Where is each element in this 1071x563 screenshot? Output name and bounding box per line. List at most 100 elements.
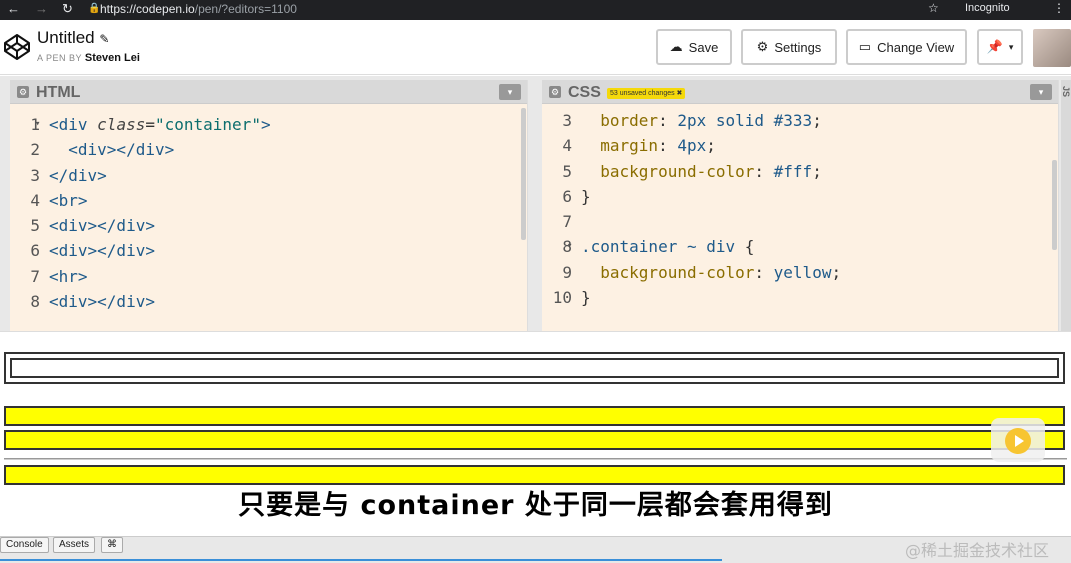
code-token: <hr> — [49, 266, 88, 286]
css-code-line[interactable]: 8 ▾ .container ~ div { — [542, 234, 1052, 259]
video-progress-bar[interactable] — [0, 559, 722, 561]
html-code-line[interactable]: 6 <div></div> — [10, 238, 520, 263]
fold-arrow-icon[interactable]: ▾ — [567, 234, 572, 259]
html-settings-icon[interactable]: ⚙ — [17, 86, 29, 98]
css-line-number: 10 — [552, 288, 572, 308]
css-scrollbar[interactable] — [1052, 160, 1057, 250]
html-code-line[interactable]: 3 </div> — [10, 163, 520, 188]
code-token: .container ~ div — [581, 237, 736, 257]
code-token: ; — [812, 161, 822, 181]
css-code-line[interactable]: 5 background-color: #fff; — [542, 159, 1052, 184]
css-code-text: background-color: yellow; — [581, 260, 841, 285]
container-div — [4, 352, 1065, 384]
gear-icon: ⚙ — [756, 39, 769, 54]
code-token: yellow — [773, 262, 832, 282]
js-editor-pane-collapsed[interactable]: JS — [1061, 80, 1071, 331]
css-line-number: 9 — [562, 262, 572, 282]
html-code-line[interactable]: 8 <div></div> — [10, 289, 520, 314]
css-line-number: 5 — [562, 161, 572, 181]
menu-icon[interactable]: ⋮ — [1053, 1, 1065, 15]
play-icon — [1005, 428, 1031, 454]
video-play-button[interactable] — [991, 418, 1045, 462]
assets-button[interactable]: Assets — [53, 537, 96, 553]
html-scrollbar[interactable] — [521, 108, 526, 240]
video-subtitle: 只要是与 container 处于同一层都会套用得到 — [238, 490, 833, 521]
code-token: ; — [831, 262, 842, 282]
star-icon[interactable]: ☆ — [928, 1, 939, 15]
css-code-line[interactable]: 6} — [542, 184, 1052, 209]
html-line-number: 2 — [30, 140, 40, 160]
address-bar[interactable]: https://codepen.io/pen/?editors=1100 — [100, 2, 297, 16]
reload-icon[interactable]: ↻ — [62, 1, 73, 17]
html-code-line[interactable]: 1 ▾ <div class="container"> — [10, 112, 520, 137]
css-code-line[interactable]: 3 border: 2px solid #333; — [542, 108, 1052, 133]
avatar[interactable] — [1033, 29, 1071, 67]
html-line-number: 8 — [30, 292, 40, 312]
pen-title[interactable]: Untitled ✎ — [37, 28, 109, 48]
code-token: > — [260, 115, 271, 134]
save-button[interactable]: ☁ Save — [656, 29, 732, 65]
code-token: margin — [581, 136, 659, 156]
html-code-text: <div></div> — [49, 238, 155, 263]
incognito-label: Incognito — [965, 2, 1010, 14]
html-line-number: 5 — [30, 216, 40, 236]
url-path: /pen/?editors=1100 — [194, 2, 297, 16]
css-dropdown-icon[interactable]: ▾ — [1030, 84, 1052, 100]
back-icon[interactable]: ← — [7, 1, 20, 16]
css-code-line[interactable]: 4 margin: 4px; — [542, 133, 1052, 158]
codepen-logo-icon[interactable] — [3, 33, 31, 61]
html-line-number: 7 — [30, 266, 40, 286]
code-token: ; — [812, 111, 822, 130]
code-token: <div — [49, 115, 98, 134]
settings-button[interactable]: ⚙ Settings — [741, 29, 837, 65]
shortcuts-button[interactable]: ⌘ — [101, 537, 123, 553]
edit-pencil-icon[interactable]: ✎ — [99, 32, 109, 46]
html-code-line[interactable]: 2 <div></div> — [10, 137, 520, 162]
unsaved-changes-badge[interactable]: 53 unsaved changes ✖ — [607, 88, 686, 99]
html-code-text: <div></div> — [49, 289, 155, 314]
css-code-line[interactable]: 7 — [542, 209, 1052, 234]
html-line-number: 4 — [30, 190, 40, 210]
pen-footer: Console Assets ⌘ @稀土掘金技术社区 — [0, 536, 1071, 563]
css-pane-label: CSS — [568, 84, 601, 101]
html-code-text: <br> — [49, 188, 88, 213]
cloud-icon: ☁ — [669, 39, 683, 54]
change-view-label: Change View — [877, 39, 955, 55]
html-line-number: 3 — [30, 165, 40, 185]
author-name[interactable]: Steven Lei — [85, 52, 140, 64]
css-code-editor[interactable]: 3 border: 2px solid #333; 4 margin: 4px; 5… — [542, 108, 1052, 310]
css-settings-icon[interactable]: ⚙ — [549, 86, 561, 98]
change-view-button[interactable]: ▭ Change View — [846, 29, 967, 65]
css-code-text: } — [581, 184, 591, 209]
html-code-text: <div></div> — [49, 213, 155, 238]
url-host: https://codepen.io — [100, 2, 195, 16]
html-code-editor[interactable]: 1 ▾ <div class="container"> 2 <div></div> 3 <… — [10, 112, 520, 314]
fold-arrow-icon[interactable]: ▾ — [35, 112, 40, 137]
code-token: : — [658, 111, 678, 130]
chevron-down-icon: ▾ — [1008, 41, 1014, 52]
code-token: 2px solid #333 — [677, 111, 813, 130]
browser-toolbar: ← → ↻ 🔒 https://codepen.io/pen/?editors=… — [0, 0, 1071, 20]
css-code-line[interactable]: 10} — [542, 285, 1052, 310]
forward-icon[interactable]: → — [35, 1, 48, 16]
css-code-text: background-color: #fff; — [581, 159, 822, 184]
code-token: : — [658, 136, 678, 156]
css-code-text: .container ~ div { — [581, 234, 754, 259]
html-dropdown-icon[interactable]: ▾ — [499, 84, 521, 100]
pin-button[interactable]: 📌 ▾ — [977, 29, 1023, 65]
save-label: Save — [688, 39, 719, 55]
sibling-div-2 — [4, 430, 1065, 450]
settings-label: Settings — [774, 39, 822, 55]
css-code-line[interactable]: 9 background-color: yellow; — [542, 260, 1052, 285]
html-code-line[interactable]: 4 <br> — [10, 188, 520, 213]
code-token: class — [97, 115, 146, 134]
html-line-number: 6 — [30, 241, 40, 261]
code-token: <div></div> — [49, 292, 155, 312]
html-code-line[interactable]: 5 <div></div> — [10, 213, 520, 238]
console-button[interactable]: Console — [0, 537, 49, 553]
html-code-line[interactable]: 7 <hr> — [10, 264, 520, 289]
html-code-text: <div class="container"> — [49, 112, 271, 137]
pin-icon: 📌 — [986, 39, 1003, 54]
code-token: } — [581, 186, 591, 206]
code-token: { — [735, 237, 755, 257]
